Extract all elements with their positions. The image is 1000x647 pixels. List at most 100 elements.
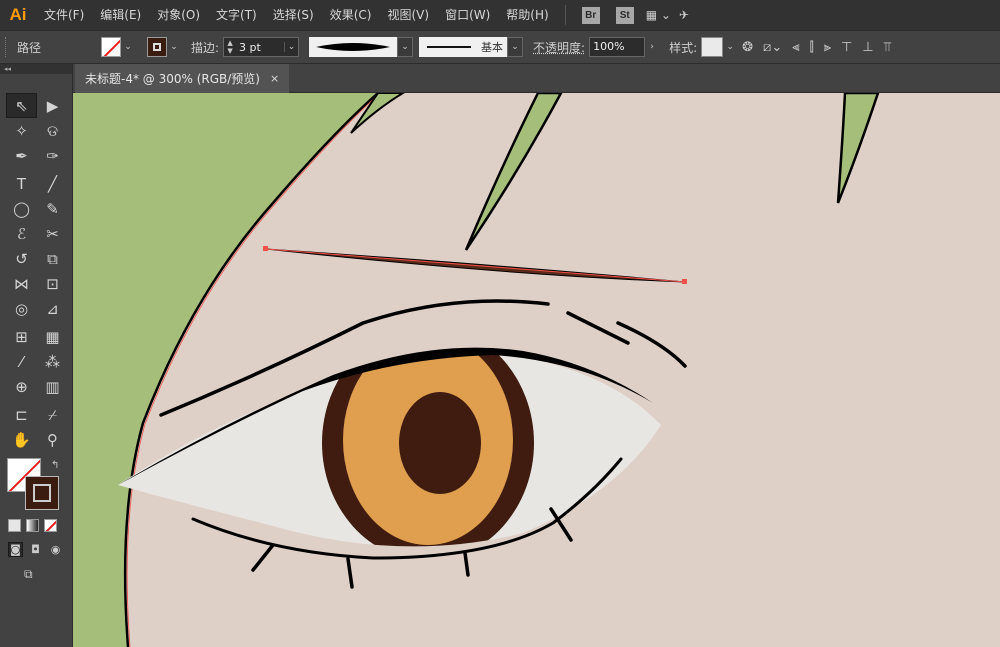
draw-behind-icon[interactable]: ◘ bbox=[28, 542, 43, 557]
shape-builder-tool[interactable]: ◎ bbox=[6, 296, 37, 321]
rotate-tool[interactable]: ↺ bbox=[6, 246, 37, 271]
swap-fill-stroke-icon[interactable]: ↰ bbox=[51, 460, 59, 471]
artboard-tool[interactable]: ⊏ bbox=[6, 402, 37, 427]
hair-strand-middle[interactable] bbox=[464, 93, 563, 251]
style-label: 样式: bbox=[669, 40, 698, 55]
chevron-down-icon[interactable]: ⌄ bbox=[397, 37, 414, 57]
toolbox-collapse-icon[interactable]: ◂◂ bbox=[0, 64, 72, 74]
magic-wand-tool[interactable]: ✧ bbox=[6, 118, 37, 143]
menu-effect[interactable]: 效果(C) bbox=[322, 0, 380, 30]
stroke-label[interactable]: 描边: bbox=[191, 39, 219, 56]
bridge-button[interactable]: Br bbox=[581, 6, 600, 24]
slice-tool[interactable]: ⌿ bbox=[37, 402, 68, 427]
line-tool[interactable]: ╱ bbox=[37, 171, 68, 196]
artwork[interactable] bbox=[73, 93, 1000, 647]
screen-mode-icon[interactable]: ⧉ bbox=[24, 567, 46, 583]
chevron-down-icon[interactable]: ⌄ bbox=[121, 42, 135, 52]
drawing-mode-row: ◙ ◘ ◉ bbox=[8, 542, 63, 557]
gradient-mode-icon[interactable] bbox=[26, 519, 39, 532]
shaper-tool[interactable]: ℰ bbox=[6, 221, 37, 246]
chevron-right-icon[interactable]: › bbox=[645, 42, 659, 52]
document-tab-bar: 未标题-4* @ 300% (RGB/预览) × bbox=[73, 64, 1000, 93]
menu-type[interactable]: 文字(T) bbox=[208, 0, 265, 30]
app-logo: Ai bbox=[9, 5, 27, 24]
menu-window[interactable]: 窗口(W) bbox=[437, 0, 498, 30]
hand-tool[interactable]: ✋ bbox=[6, 427, 37, 452]
artboard-canvas[interactable] bbox=[73, 93, 1000, 647]
opacity-input[interactable]: 100% bbox=[589, 37, 646, 57]
transform-reference-icon[interactable]: ⧄⌄ bbox=[763, 40, 782, 55]
eyedropper-tool[interactable]: ⁄ bbox=[6, 349, 37, 374]
menu-help[interactable]: 帮助(H) bbox=[498, 0, 556, 30]
lower-lash[interactable] bbox=[251, 543, 275, 572]
ellipse-tool[interactable]: ◯ bbox=[6, 196, 37, 221]
align-bottom-icon[interactable]: ⫪ bbox=[884, 40, 891, 55]
scale-tool[interactable]: ⧉ bbox=[37, 246, 68, 271]
direct-selection-tool[interactable]: ▶ bbox=[37, 93, 68, 118]
draw-inside-icon[interactable]: ◉ bbox=[48, 542, 63, 557]
opacity-label[interactable]: 不透明度: bbox=[533, 39, 585, 56]
document-title: 未标题-4* @ 300% (RGB/预览) bbox=[85, 72, 260, 86]
width-tool[interactable]: ⋈ bbox=[6, 271, 37, 296]
type-tool[interactable]: T bbox=[6, 171, 37, 196]
graphic-style-swatch[interactable] bbox=[701, 37, 724, 57]
gradient-tool[interactable]: ▦ bbox=[37, 324, 68, 349]
close-icon[interactable]: × bbox=[270, 72, 279, 85]
brush-definition[interactable]: 基本 bbox=[419, 37, 508, 57]
align-left-icon[interactable]: ⫷ bbox=[792, 40, 799, 55]
chevron-down-icon[interactable]: ⌄ bbox=[507, 37, 524, 57]
menu-object[interactable]: 对象(O) bbox=[149, 0, 208, 30]
menu-select[interactable]: 选择(S) bbox=[265, 0, 322, 30]
align-top-icon[interactable]: ⊤ bbox=[841, 40, 852, 55]
iris-group[interactable] bbox=[322, 325, 534, 561]
align-right-icon[interactable]: ⫸ bbox=[824, 40, 831, 55]
paintbrush-tool[interactable]: ✎ bbox=[37, 196, 68, 221]
fill-stroke-control[interactable]: ↰ bbox=[7, 458, 63, 510]
scissors-tool[interactable]: ✂ bbox=[37, 221, 68, 246]
stock-button[interactable]: St bbox=[615, 6, 634, 24]
hair-strand-right[interactable] bbox=[836, 93, 880, 204]
stroke-color-swatch[interactable] bbox=[25, 476, 59, 510]
brush-name: 基本 bbox=[481, 41, 504, 54]
align-center-icon[interactable]: ⫿ bbox=[810, 40, 814, 55]
perspective-grid-tool[interactable]: ⊿ bbox=[37, 296, 68, 321]
document-tab[interactable]: 未标题-4* @ 300% (RGB/预览) × bbox=[75, 64, 290, 93]
stroke-weight-value[interactable]: 3 pt bbox=[236, 41, 284, 54]
blend-tool[interactable]: ⁂ bbox=[37, 349, 68, 374]
fill-swatch[interactable] bbox=[101, 37, 121, 57]
stepper-icon[interactable]: ▲ ▼ bbox=[224, 39, 236, 55]
chevron-down-icon[interactable]: ⌄ bbox=[167, 42, 181, 52]
hair-left-shape[interactable] bbox=[73, 93, 378, 647]
lasso-tool[interactable]: ଡ bbox=[37, 118, 68, 143]
stroke-weight-input[interactable]: ▲ ▼ 3 pt ⌄ bbox=[223, 37, 300, 57]
pupil[interactable] bbox=[399, 392, 481, 494]
chevron-down-icon[interactable]: ⌄ bbox=[723, 42, 737, 52]
selection-tool[interactable]: ⇖ bbox=[6, 93, 37, 118]
lower-lash[interactable] bbox=[346, 557, 354, 589]
workspace-layout-icon[interactable]: ▦ ⌄ bbox=[646, 8, 671, 22]
anchor-point[interactable] bbox=[263, 246, 268, 251]
gpu-performance-icon[interactable]: ✈ bbox=[679, 8, 689, 22]
mesh-tool[interactable]: ⊞ bbox=[6, 324, 37, 349]
symbol-sprayer-tool[interactable]: ⊕ bbox=[6, 374, 37, 399]
menu-edit[interactable]: 编辑(E) bbox=[92, 0, 149, 30]
draw-normal-icon[interactable]: ◙ bbox=[8, 542, 23, 557]
align-middle-icon[interactable]: ⊥ bbox=[862, 40, 873, 55]
menu-view[interactable]: 视图(V) bbox=[379, 0, 437, 30]
color-mode-icon[interactable] bbox=[8, 519, 21, 532]
menu-file[interactable]: 文件(F) bbox=[36, 0, 92, 30]
eyelid-wrinkle-line[interactable] bbox=[566, 311, 630, 345]
anchor-point[interactable] bbox=[682, 279, 687, 284]
chevron-down-icon[interactable]: ⌄ bbox=[284, 42, 298, 52]
variable-width-profile[interactable] bbox=[309, 37, 398, 57]
curvature-tool[interactable]: ✑ bbox=[37, 143, 68, 168]
pen-tool[interactable]: ✒ bbox=[6, 143, 37, 168]
lower-lash[interactable] bbox=[463, 551, 470, 577]
recolor-artwork-icon[interactable]: ❂ bbox=[742, 40, 753, 55]
free-transform-tool[interactable]: ⊡ bbox=[37, 271, 68, 296]
none-mode-icon[interactable] bbox=[44, 519, 57, 532]
stroke-swatch[interactable] bbox=[147, 37, 167, 57]
brush-stroke-preview bbox=[427, 46, 472, 48]
zoom-tool[interactable]: ⚲ bbox=[37, 427, 68, 452]
column-graph-tool[interactable]: ▥ bbox=[37, 374, 68, 399]
